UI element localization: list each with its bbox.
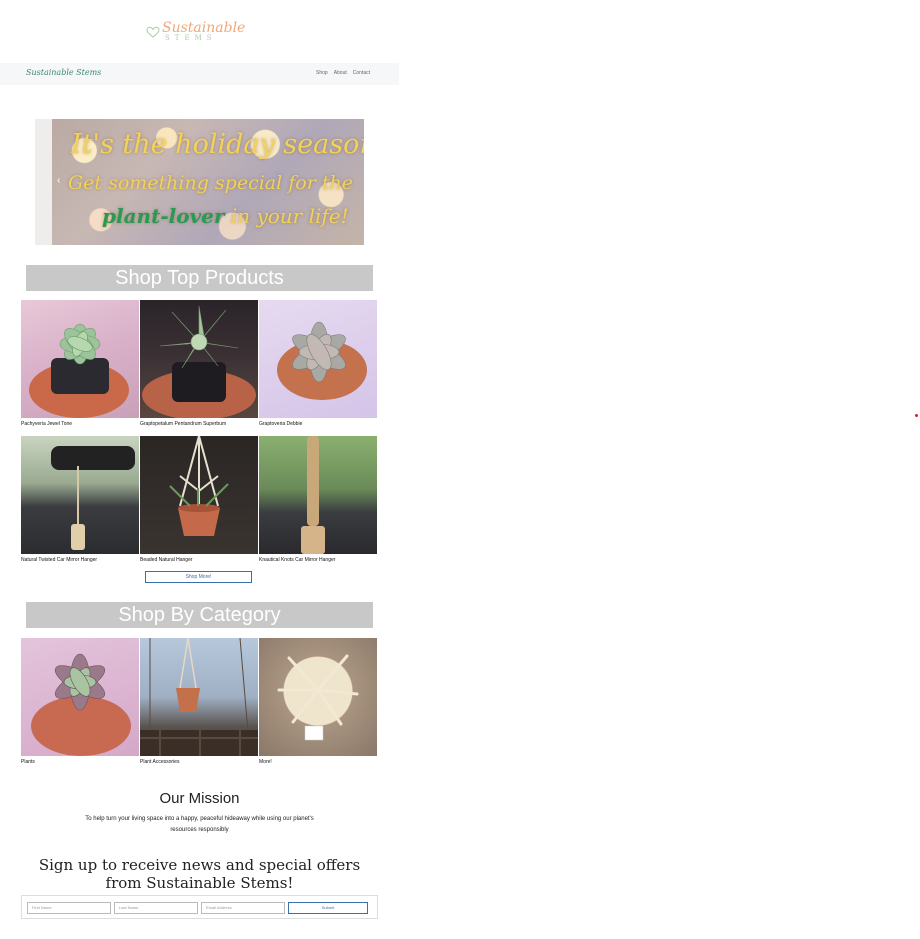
product-name[interactable]: Pachyveria Jewel Tone <box>21 421 139 427</box>
product-card[interactable]: Natural Twisted Car Mirror Hanger <box>21 436 139 563</box>
product-image-pachyveria[interactable] <box>21 300 139 418</box>
last-name-input[interactable]: Last Name <box>114 902 198 914</box>
nav-link-shop[interactable]: Shop <box>316 70 328 76</box>
submit-button[interactable]: Submit <box>288 902 368 914</box>
cursor-dot <box>915 414 918 417</box>
shop-more-button[interactable]: Shop More! <box>145 571 252 583</box>
category-heading: Shop By Category <box>26 602 373 628</box>
nav-link-contact[interactable]: Contact <box>353 70 370 76</box>
banner-line-2: Get something special for the <box>68 172 353 194</box>
email-input[interactable]: Email Address <box>201 902 285 914</box>
product-card[interactable]: Graptoveria Debbie <box>259 300 377 427</box>
product-image-beaded-hanger[interactable] <box>140 436 258 554</box>
holiday-banner[interactable]: ‹ It's the holiday season... Get somethi… <box>35 119 364 245</box>
navbar: Sustainable Stems Shop About Contact <box>0 63 399 85</box>
banner-line-3-rest: in your life! <box>224 204 349 228</box>
banner-line-3: plant-lover in your life! <box>102 204 349 228</box>
category-card[interactable]: Plants <box>21 638 139 765</box>
product-image-knautical-hanger[interactable] <box>259 436 377 554</box>
product-card[interactable]: Knautical Knots Car Mirror Hanger <box>259 436 377 563</box>
logo-word-stems: STEMS <box>165 34 217 42</box>
nav-link-about[interactable]: About <box>334 70 347 76</box>
product-card[interactable]: Graptopetalum Pentandrum Superbum <box>140 300 258 427</box>
carousel-prev-icon[interactable]: ‹ <box>57 175 60 186</box>
category-card[interactable]: Plant Accessories <box>140 638 258 765</box>
top-products-heading: Shop Top Products <box>26 265 373 291</box>
category-card[interactable]: More! <box>259 638 377 765</box>
nav-links: Shop About Contact <box>316 70 370 76</box>
product-card[interactable]: Beaded Natural Hanger <box>140 436 258 563</box>
category-name[interactable]: More! <box>259 759 377 765</box>
banner-line-1: It's the holiday season... <box>71 129 364 160</box>
product-name[interactable]: Beaded Natural Hanger <box>140 557 258 563</box>
banner-highlight: plant-lover <box>102 204 225 228</box>
mission-text: To help turn your living space into a ha… <box>85 816 314 833</box>
product-name[interactable]: Knautical Knots Car Mirror Hanger <box>259 557 377 563</box>
product-image-car-mirror-hanger[interactable] <box>21 436 139 554</box>
heart-icon <box>146 26 160 38</box>
category-image-plant-accessories[interactable] <box>140 638 258 756</box>
site-logo[interactable]: Sustainable STEMS <box>146 20 245 45</box>
product-image-graptopetalum[interactable] <box>140 300 258 418</box>
category-image-plants[interactable] <box>21 638 139 756</box>
category-image-more[interactable] <box>259 638 377 756</box>
mission-title: Our Mission <box>159 790 240 807</box>
category-name[interactable]: Plant Accessories <box>140 759 258 765</box>
carousel-edge <box>35 119 52 245</box>
signup-title: Sign up to receive news and special offe… <box>38 856 361 892</box>
product-card[interactable]: Pachyveria Jewel Tone <box>21 300 139 427</box>
navbar-brand[interactable]: Sustainable Stems <box>26 68 101 77</box>
product-name[interactable]: Natural Twisted Car Mirror Hanger <box>21 557 139 563</box>
product-name[interactable]: Graptoveria Debbie <box>259 421 377 427</box>
first-name-input[interactable]: First Name <box>27 902 111 914</box>
product-name[interactable]: Graptopetalum Pentandrum Superbum <box>140 421 258 427</box>
signup-form: First Name Last Name Email Address Submi… <box>21 895 378 919</box>
category-name[interactable]: Plants <box>21 759 139 765</box>
product-image-graptoveria[interactable] <box>259 300 377 418</box>
